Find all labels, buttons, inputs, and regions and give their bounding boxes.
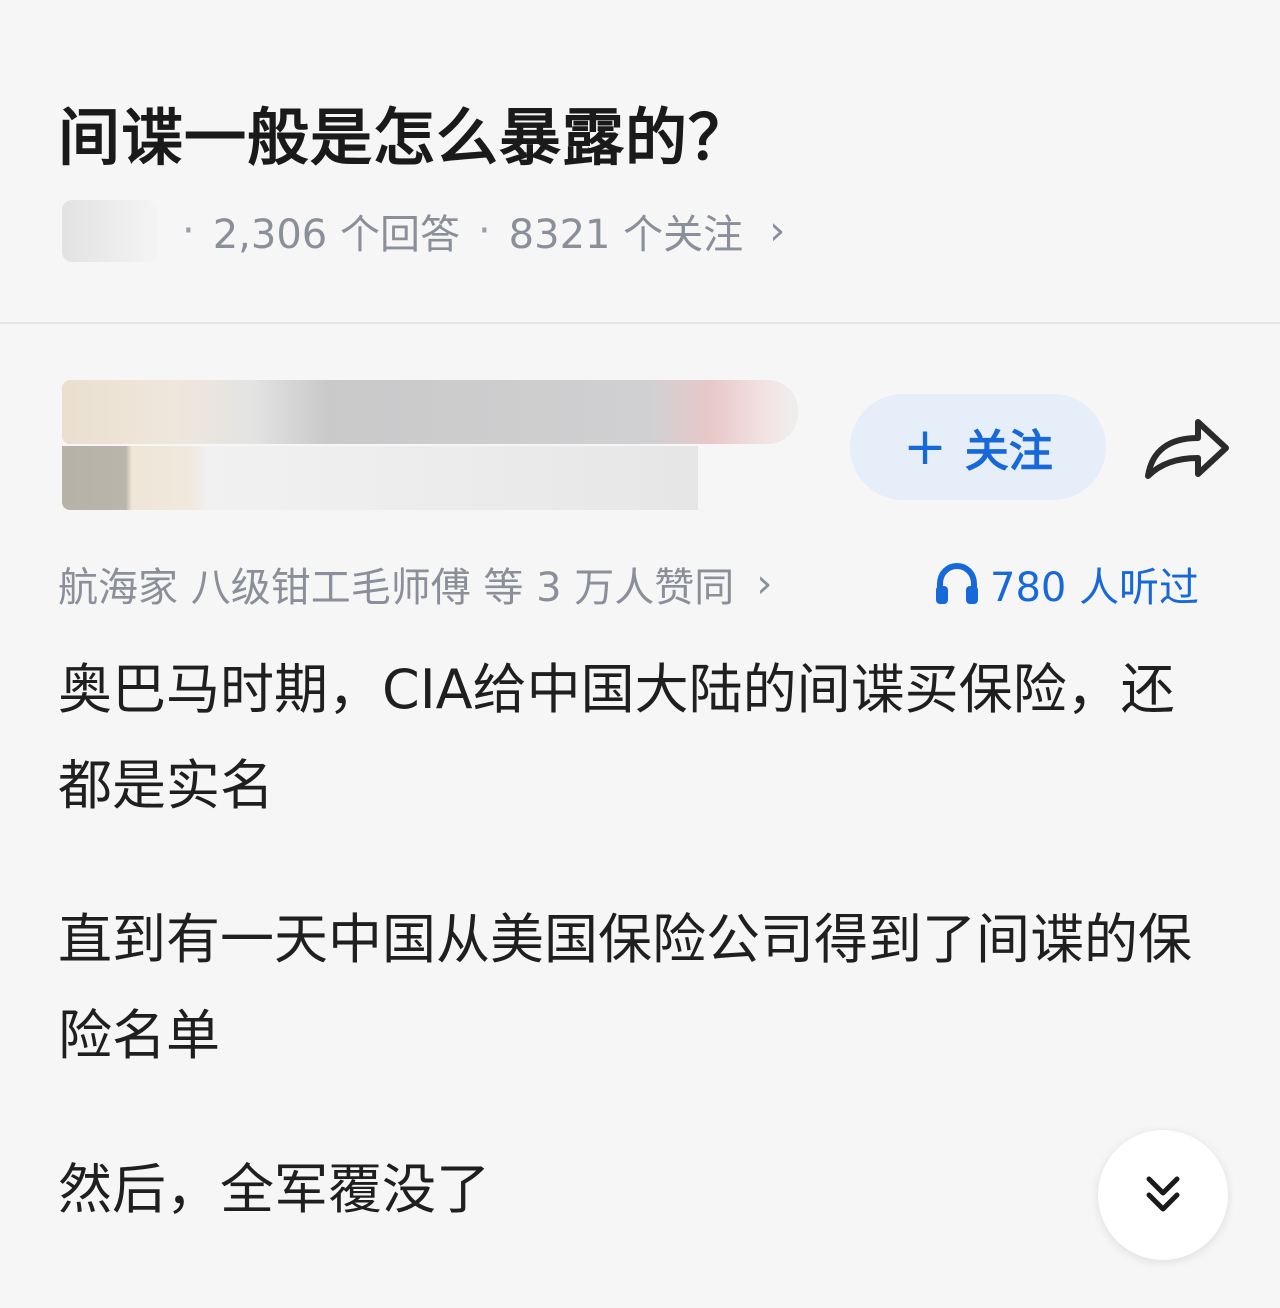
question-title: 间谍一般是怎么暴露的？ — [58, 101, 752, 174]
follower-count: 8321 个关注 — [508, 212, 744, 258]
answer-count: 2,306 个回答 — [212, 212, 460, 258]
topic-tag-blurred[interactable] — [62, 200, 158, 262]
meta-separator: · — [477, 208, 491, 254]
follow-label: 关注 — [964, 426, 1053, 477]
answer-paragraph: 奥巴马时期，CIA给中国大陆的间谍买保险，还都是实名 — [58, 658, 1175, 817]
expand-button[interactable] — [1098, 1130, 1228, 1260]
follow-button[interactable]: + 关注 — [850, 394, 1106, 500]
section-divider — [0, 322, 1280, 324]
upvoters-text: 航海家 八级钳工毛师傅 等 3 万人赞同 — [58, 565, 735, 611]
question-meta[interactable]: · 2,306 个回答 · 8321 个关注 › — [62, 196, 785, 266]
answer-content: 奥巴马时期，CIA给中国大陆的间谍买保险，还都是实名 直到有一天中国从美国保险公… — [58, 642, 1228, 1296]
upvote-summary[interactable]: 航海家 八级钳工毛师傅 等 3 万人赞同 › — [58, 552, 772, 616]
answer-paragraph: 然后，全军覆没了 — [58, 1158, 490, 1221]
author-info-blurred[interactable] — [62, 380, 798, 510]
author-name-blurred — [62, 380, 798, 444]
author-bio-blurred — [62, 446, 698, 510]
double-chevron-down-icon — [1146, 1176, 1180, 1212]
listen-count[interactable]: 780 人听过 — [934, 552, 1199, 616]
plus-icon: + — [903, 417, 947, 477]
answer-paragraph: 直到有一天中国从美国保险公司得到了间谍的保险名单 — [58, 908, 1192, 1067]
listen-count-text: 780 人听过 — [990, 565, 1200, 611]
share-icon[interactable] — [1142, 412, 1232, 484]
chevron-right-icon: › — [756, 561, 773, 607]
headphone-icon — [936, 562, 978, 604]
chevron-right-icon: › — [769, 208, 786, 254]
meta-separator: · — [182, 208, 195, 254]
